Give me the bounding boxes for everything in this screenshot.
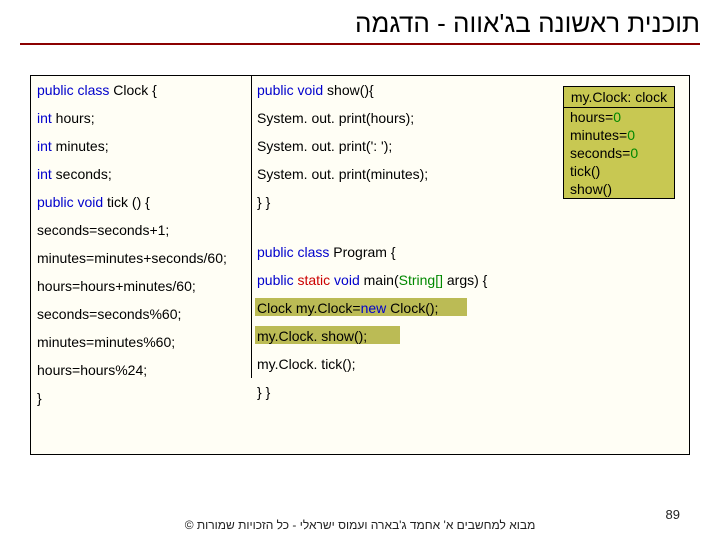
keyword: public: [257, 272, 297, 288]
field-name: minutes=: [570, 127, 627, 143]
code-text: Clock();: [386, 300, 438, 316]
object-row: tick(): [564, 162, 674, 180]
code-text: show(){: [323, 82, 374, 98]
keyword: public void: [37, 194, 103, 210]
keyword: public class: [257, 244, 333, 260]
field-name: hours=: [570, 109, 613, 125]
footer-text: מבוא למחשבים א' אחמד ג'בארה ועמוס ישראלי…: [0, 518, 720, 532]
code-column-left: public class Clock { int hours; int minu…: [31, 76, 251, 412]
code-line: seconds=seconds+1;: [31, 216, 251, 244]
field-name: seconds=: [570, 145, 630, 161]
code-line: int seconds;: [31, 160, 251, 188]
code-line: public void tick () {: [31, 188, 251, 216]
code-line: }: [31, 384, 251, 412]
object-row: seconds=0: [564, 144, 674, 162]
keyword: new: [361, 300, 387, 316]
code-text: seconds;: [52, 166, 112, 182]
field-value: 0: [613, 109, 621, 125]
keyword: public void: [257, 82, 323, 98]
object-row: minutes=0: [564, 126, 674, 144]
code-line: int minutes;: [31, 132, 251, 160]
slide-title: תוכנית ראשונה בג'אווה - הדגמה: [0, 0, 720, 43]
code-line: } }: [251, 378, 691, 406]
code-line: public class Program {: [251, 238, 691, 266]
code-text: minutes;: [52, 138, 109, 154]
keyword: int: [37, 166, 52, 182]
object-header: my.Clock: clock: [564, 87, 674, 108]
code-line: my.Clock. tick();: [251, 350, 691, 378]
code-line: hours=hours%24;: [31, 356, 251, 384]
code-line: public class Clock {: [31, 76, 251, 104]
keyword: static: [297, 272, 334, 288]
code-text: my.Clock=: [296, 300, 361, 316]
keyword: public class: [37, 82, 113, 98]
code-text: Program {: [333, 244, 395, 260]
keyword: int: [37, 138, 52, 154]
code-line: minutes=minutes%60;: [31, 328, 251, 356]
code-text: tick () {: [103, 194, 150, 210]
code-text: my.Clock. show();: [257, 328, 367, 344]
code-line: seconds=seconds%60;: [31, 300, 251, 328]
field-value: 0: [630, 145, 638, 161]
type: String[]: [399, 272, 447, 288]
code-line: my.Clock. show();: [251, 322, 691, 350]
code-text: args) {: [447, 272, 487, 288]
code-line: int hours;: [31, 104, 251, 132]
code-line: hours=hours+minutes/60;: [31, 272, 251, 300]
page-number: 89: [666, 507, 680, 522]
code-text: Clock {: [113, 82, 157, 98]
keyword: void: [334, 272, 360, 288]
code-line: minutes=minutes+seconds/60;: [31, 244, 251, 272]
title-underline: [20, 43, 700, 45]
code-text: hours;: [52, 110, 95, 126]
keyword: int: [37, 110, 52, 126]
object-row: hours=0: [564, 108, 674, 126]
object-row: show(): [564, 180, 674, 198]
code-line: Clock my.Clock=new Clock();: [251, 294, 691, 322]
code-text: main(: [360, 272, 399, 288]
code-text: Clock: [257, 300, 296, 316]
field-value: 0: [627, 127, 635, 143]
object-box: my.Clock: clock hours=0 minutes=0 second…: [563, 86, 675, 199]
code-line: public static void main(String[] args) {: [251, 266, 691, 294]
